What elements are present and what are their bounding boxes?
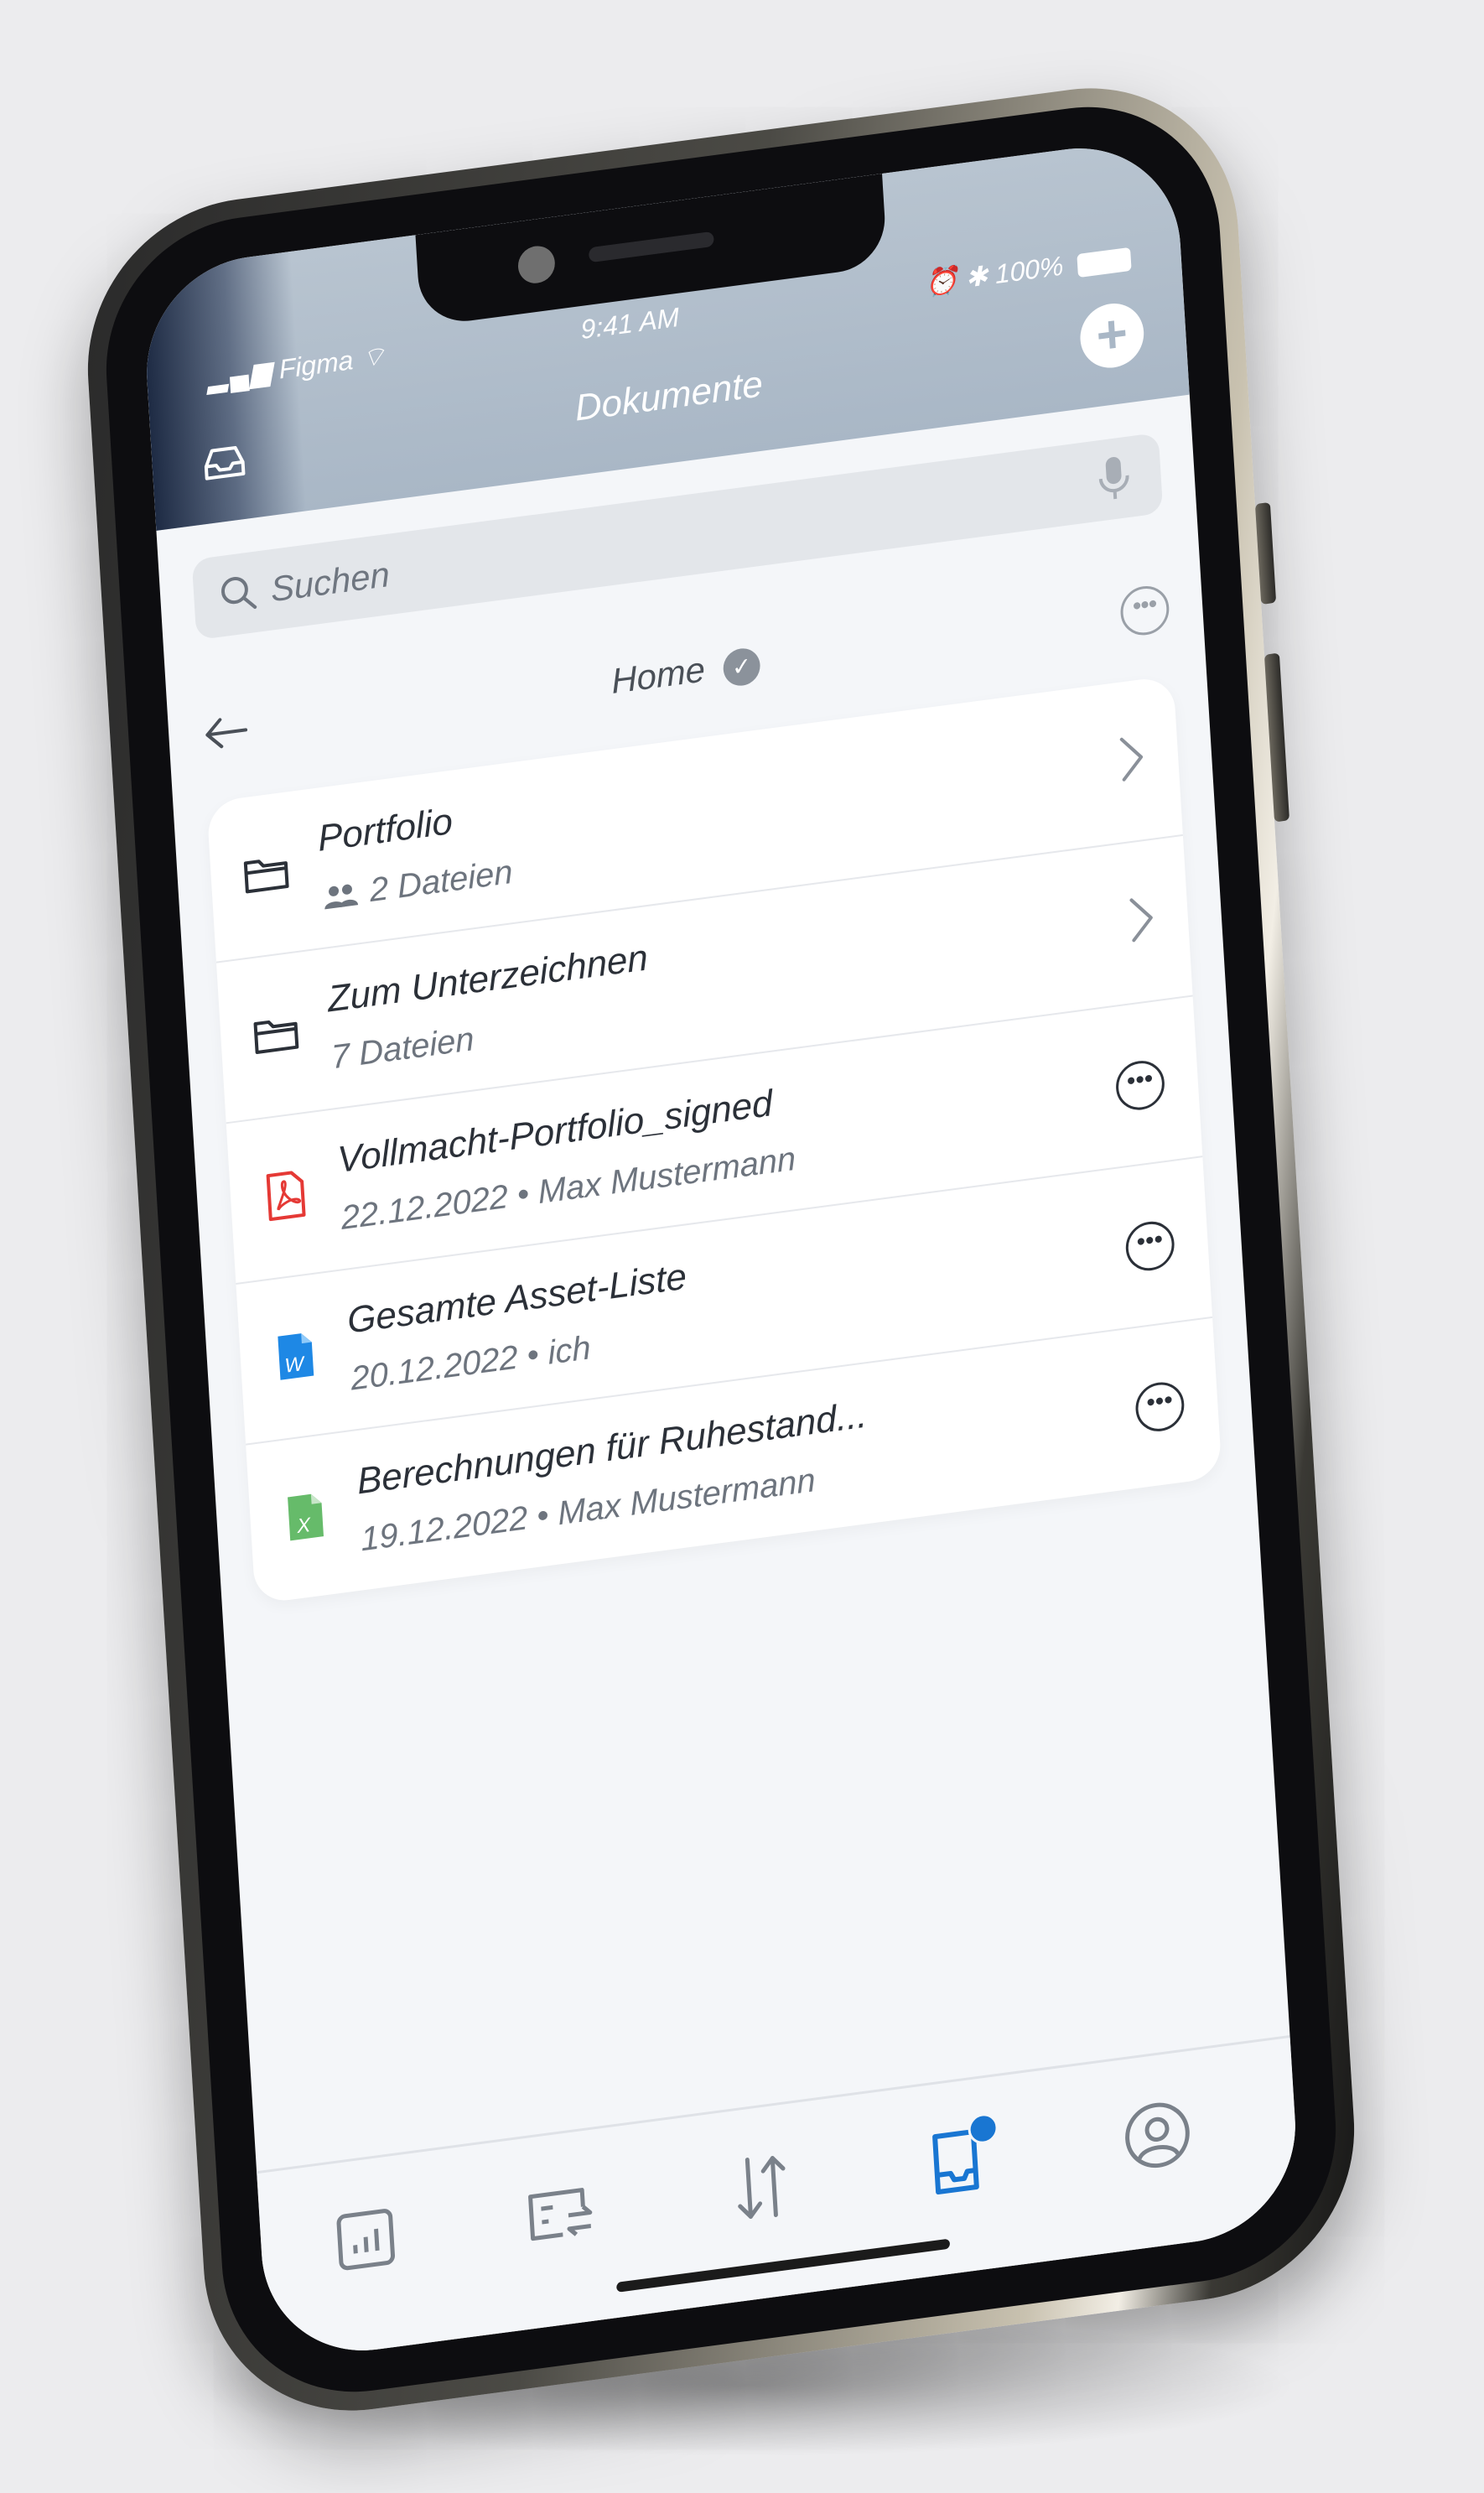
microphone-icon[interactable]	[1096, 453, 1132, 504]
chevron-right-icon	[1129, 898, 1153, 943]
svg-text:W: W	[284, 1353, 306, 1378]
carrier-label: Figma	[278, 344, 355, 385]
breadcrumb-label: Home	[610, 649, 707, 701]
check-icon: ✓	[722, 646, 761, 688]
stage: ▂▄▆Figma ⌔ 9:41 AM ⏰ ✱ 100% Dokumente +	[0, 0, 1484, 2493]
speaker	[588, 231, 714, 263]
item-more-icon[interactable]: •••	[1134, 1379, 1186, 1435]
transfer-icon	[528, 2188, 593, 2241]
item-subtitle: 2 Dateien	[320, 854, 514, 917]
status-time: 9:41 AM	[579, 301, 681, 345]
search-input[interactable]: Suchen	[270, 554, 392, 610]
wifi-icon: ⌔	[359, 340, 387, 374]
item-subtitle: 20.12.2022 • ich	[350, 1329, 592, 1398]
chart-icon	[336, 2209, 396, 2271]
bluetooth-icon: ✱	[964, 260, 989, 293]
phone-screen: ▂▄▆Figma ⌔ 9:41 AM ⏰ ✱ 100% Dokumente +	[140, 135, 1302, 2364]
word-file-icon: W	[278, 1333, 314, 1380]
folder-icon	[253, 1020, 299, 1054]
item-title: Portfolio	[316, 800, 454, 860]
tab-transfers[interactable]	[517, 2172, 597, 2257]
alarm-icon: ⏰	[923, 263, 959, 299]
search-icon	[221, 576, 257, 610]
status-right: ⏰ ✱ 100%	[924, 241, 1132, 299]
profile-icon	[1125, 2102, 1190, 2168]
side-button	[1254, 501, 1277, 605]
battery-percent: 100%	[994, 250, 1065, 290]
phone-mockup: ▂▄▆Figma ⌔ 9:41 AM ⏰ ✱ 100% Dokumente +	[78, 69, 1364, 2430]
excel-file-icon: X	[288, 1493, 324, 1541]
pdf-file-icon	[266, 1171, 306, 1222]
tab-sort[interactable]	[722, 2145, 802, 2231]
tab-overview[interactable]	[326, 2197, 406, 2283]
chevron-right-icon	[1119, 737, 1144, 782]
item-title: Gesamte Asset-Liste	[345, 1255, 688, 1342]
battery-icon	[1077, 247, 1132, 278]
folder-icon	[243, 860, 289, 894]
item-title: Zum Unterzeichnen	[326, 937, 650, 1021]
sort-arrows-icon	[738, 2156, 786, 2219]
camera	[516, 243, 557, 286]
document-list: Portfolio 2 Dateien Zum Unterzeichnen 7 …	[206, 675, 1222, 1605]
item-subtitle: 7 Dateien	[329, 1021, 475, 1077]
side-button	[1263, 652, 1290, 823]
tab-documents[interactable]	[917, 2111, 999, 2205]
item-more-icon[interactable]: •••	[1114, 1057, 1166, 1114]
file-count: 2 Dateien	[368, 853, 514, 910]
tab-profile[interactable]	[1118, 2093, 1197, 2179]
item-more-icon[interactable]: •••	[1124, 1218, 1176, 1274]
shared-users-icon	[324, 885, 359, 910]
svg-text:X: X	[295, 1514, 312, 1538]
